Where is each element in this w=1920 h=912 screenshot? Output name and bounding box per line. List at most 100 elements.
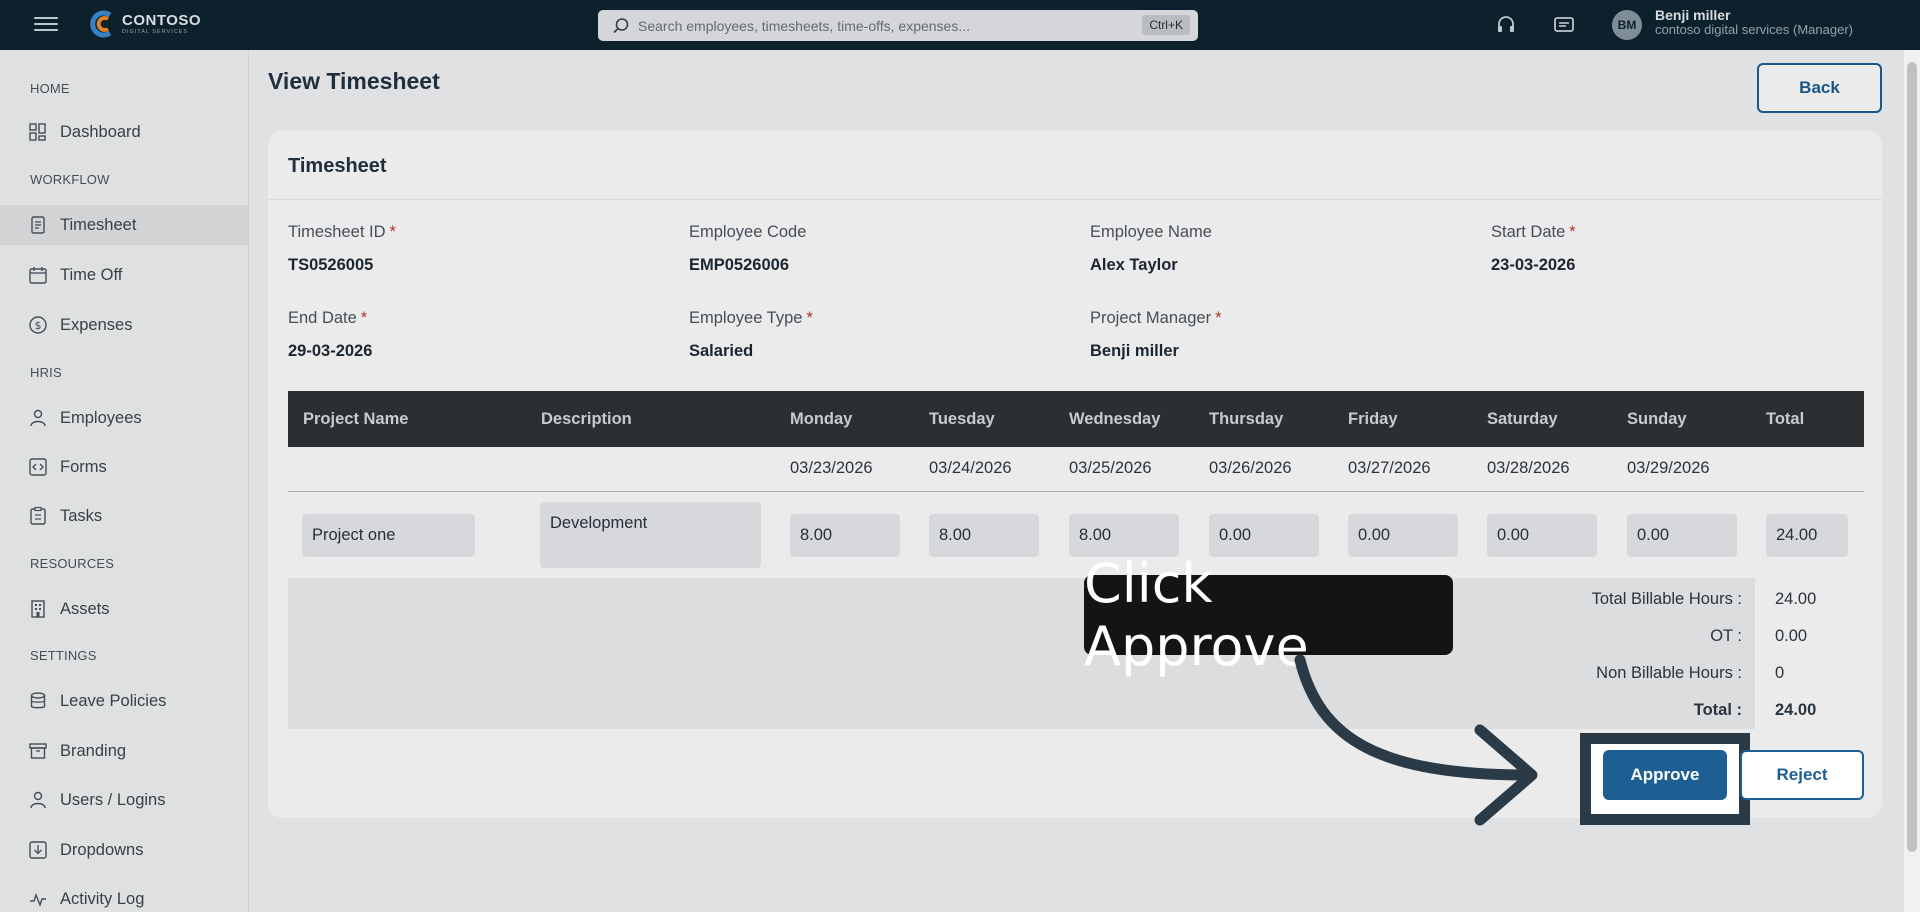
field-employee-name: Employee Name Alex Taylor: [1090, 223, 1470, 275]
approve-button[interactable]: Approve: [1603, 750, 1727, 800]
logo-name: CONTOSO: [122, 11, 202, 29]
sidebar-item-assets[interactable]: Assets: [0, 589, 248, 629]
date-label: 03/23/2026: [790, 459, 873, 477]
field-value: TS0526005: [288, 256, 374, 274]
monday-hours-field[interactable]: 8.00: [790, 514, 900, 557]
top-bar: CONTOSO DIGITAL SERVICES Ctrl+K BM Benji…: [0, 0, 1920, 50]
sidebar-item-users-logins[interactable]: Users / Logins: [0, 780, 248, 820]
sidebar-item-leave-policies[interactable]: Leave Policies: [0, 681, 248, 721]
saturday-hours-field[interactable]: 0.00: [1487, 514, 1597, 557]
thursday-hours-field[interactable]: 0.00: [1209, 514, 1319, 557]
calendar-icon: [29, 267, 47, 284]
field-label: End Date *: [288, 309, 368, 327]
field-label: Employee Type *: [689, 309, 813, 327]
field-value: EMP0526006: [689, 256, 789, 274]
sidebar-item-branding[interactable]: Branding: [0, 731, 248, 771]
search-bar[interactable]: Ctrl+K: [598, 10, 1198, 41]
dollar-icon: $: [29, 316, 47, 334]
svg-text:$: $: [35, 319, 42, 332]
reject-button[interactable]: Reject: [1740, 750, 1864, 800]
activity-icon: [30, 892, 46, 908]
table-header: Project Name Description Monday Tuesday …: [288, 391, 1864, 447]
summary-label: Non Billable Hours :: [1596, 664, 1742, 682]
sidebar-item-time-off[interactable]: Time Off: [0, 255, 248, 295]
sidebar: HOME Dashboard WORKFLOW Timesheet Time O…: [0, 50, 249, 912]
headset-icon[interactable]: [1494, 13, 1518, 37]
database-icon: [30, 692, 46, 709]
section-label-home: HOME: [30, 81, 70, 96]
date-label: 03/25/2026: [1069, 459, 1152, 477]
field-end-date: End Date * 29-03-2026: [288, 309, 668, 361]
sidebar-item-expenses[interactable]: $ Expenses: [0, 305, 248, 345]
field-value: 29-03-2026: [288, 342, 373, 360]
date-label: 03/24/2026: [929, 459, 1012, 477]
card-divider: [268, 199, 1882, 200]
archive-icon: [29, 743, 47, 759]
logo-subtitle: DIGITAL SERVICES: [122, 28, 189, 35]
field-value: Salaried: [689, 342, 754, 360]
column-header: Friday: [1348, 410, 1398, 428]
column-header: Sunday: [1627, 410, 1687, 428]
date-label: 03/29/2026: [1627, 459, 1710, 477]
tutorial-callout: Click Approve: [1084, 552, 1453, 678]
date-label: 03/26/2026: [1209, 459, 1292, 477]
sidebar-item-label: Leave Policies: [60, 691, 167, 710]
column-header: Thursday: [1209, 410, 1284, 428]
dashboard-icon: [29, 123, 46, 141]
summary-label-total: Total :: [1693, 701, 1742, 719]
sidebar-item-label: Assets: [60, 599, 110, 618]
row-divider: [288, 491, 1864, 492]
field-start-date: Start Date * 23-03-2026: [1491, 223, 1871, 275]
field-label: Project Manager *: [1090, 309, 1222, 327]
timesheet-card: Timesheet Timesheet ID * TS0526005 Employ…: [268, 131, 1882, 818]
field-value: 23-03-2026: [1491, 256, 1576, 274]
card-title: Timesheet: [288, 155, 387, 177]
contoso-logo-icon: [90, 10, 112, 38]
user-info[interactable]: Benji miller contoso digital services (M…: [1655, 7, 1853, 38]
sidebar-item-dashboard[interactable]: Dashboard: [0, 112, 248, 152]
page-title: View Timesheet: [268, 68, 440, 94]
menu-icon[interactable]: [34, 13, 58, 37]
avatar[interactable]: BM: [1612, 10, 1642, 40]
search-input[interactable]: [638, 17, 1118, 34]
back-button[interactable]: Back: [1757, 63, 1882, 113]
sidebar-item-label: Expenses: [60, 315, 133, 334]
user-icon: [30, 409, 46, 427]
field-label: Start Date *: [1491, 223, 1576, 241]
column-header: Monday: [790, 410, 853, 428]
tuesday-hours-field[interactable]: 8.00: [929, 514, 1039, 557]
search-icon: [613, 17, 629, 33]
sidebar-item-dropdowns[interactable]: Dropdowns: [0, 830, 248, 870]
sidebar-item-forms[interactable]: Forms: [0, 447, 248, 487]
field-employee-type: Employee Type * Salaried: [689, 309, 1069, 361]
sidebar-item-label: Time Off: [60, 265, 123, 284]
field-project-manager: Project Manager * Benji miller: [1090, 309, 1470, 361]
friday-hours-field[interactable]: 0.00: [1348, 514, 1458, 557]
messages-icon[interactable]: [1552, 13, 1576, 37]
summary-value: 0.00: [1775, 627, 1808, 645]
tutorial-arrow-icon: [1294, 654, 1538, 826]
sidebar-item-timesheet[interactable]: Timesheet: [0, 205, 248, 245]
code-form-icon: [29, 458, 47, 476]
sidebar-item-label: Dropdowns: [60, 840, 144, 859]
sidebar-item-tasks[interactable]: Tasks: [0, 496, 248, 536]
logo[interactable]: CONTOSO DIGITAL SERVICES: [88, 9, 201, 39]
sidebar-item-label: Activity Log: [60, 889, 145, 908]
total-hours-field[interactable]: 24.00: [1766, 514, 1848, 557]
download-icon: [29, 841, 47, 859]
sidebar-item-employees[interactable]: Employees: [0, 398, 248, 438]
section-label-settings: SETTINGS: [30, 648, 97, 663]
scrollbar-thumb[interactable]: [1907, 62, 1917, 852]
sidebar-item-label: Forms: [60, 457, 107, 476]
sidebar-item-activity-log[interactable]: Activity Log: [0, 879, 248, 912]
field-timesheet-id: Timesheet ID * TS0526005: [288, 223, 668, 275]
search-shortcut-badge: Ctrl+K: [1142, 15, 1190, 35]
sunday-hours-field[interactable]: 0.00: [1627, 514, 1737, 557]
section-label-workflow: WORKFLOW: [30, 172, 110, 187]
date-label: 03/27/2026: [1348, 459, 1431, 477]
wednesday-hours-field[interactable]: 8.00: [1069, 514, 1179, 557]
project-name-field[interactable]: Project one: [302, 514, 475, 557]
column-header: Saturday: [1487, 410, 1558, 428]
description-field[interactable]: Development: [540, 502, 761, 568]
column-header: Project Name: [303, 410, 409, 428]
